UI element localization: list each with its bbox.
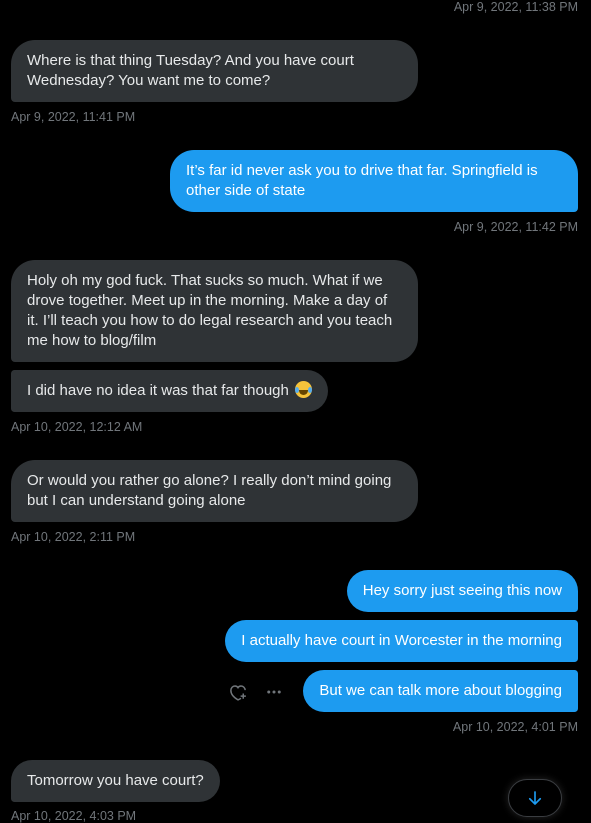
message-timestamp: Apr 9, 2022, 11:42 PM [453, 220, 578, 234]
message-actions [228, 682, 284, 702]
message-text: I did have no idea it was that far thoug… [27, 382, 289, 399]
incoming-message[interactable]: Holy oh my god fuck. That sucks so much.… [11, 260, 418, 362]
incoming-message[interactable]: Or would you rather go alone? I really d… [11, 460, 418, 522]
arrow-down-icon [528, 791, 542, 805]
scroll-to-bottom-button[interactable] [508, 779, 562, 817]
incoming-message[interactable]: Where is that thing Tuesday? And you hav… [11, 40, 418, 102]
message-timestamp: Apr 9, 2022, 11:41 PM [11, 110, 136, 124]
incoming-message[interactable]: Tomorrow you have court? [11, 760, 220, 802]
message-timestamp: Apr 10, 2022, 4:03 PM [11, 809, 137, 823]
outgoing-message[interactable]: But we can talk more about blogging [303, 670, 578, 712]
message-timestamp: Apr 9, 2022, 11:38 PM [453, 0, 578, 14]
message-timestamp: Apr 10, 2022, 4:01 PM [452, 720, 578, 734]
message-timestamp: Apr 10, 2022, 2:11 PM [11, 530, 136, 544]
outgoing-message[interactable]: It’s far id never ask you to drive that … [170, 150, 578, 212]
outgoing-message[interactable]: I actually have court in Worcester in th… [225, 620, 578, 662]
incoming-message[interactable]: I did have no idea it was that far thoug… [11, 370, 329, 412]
heart-plus-icon[interactable] [228, 682, 248, 702]
outgoing-message[interactable]: Hey sorry just seeing this now [346, 570, 578, 612]
message-timestamp: Apr 10, 2022, 12:12 AM [11, 420, 143, 434]
more-horizontal-icon[interactable] [264, 682, 284, 702]
face-with-tears-of-joy-icon [295, 381, 313, 398]
